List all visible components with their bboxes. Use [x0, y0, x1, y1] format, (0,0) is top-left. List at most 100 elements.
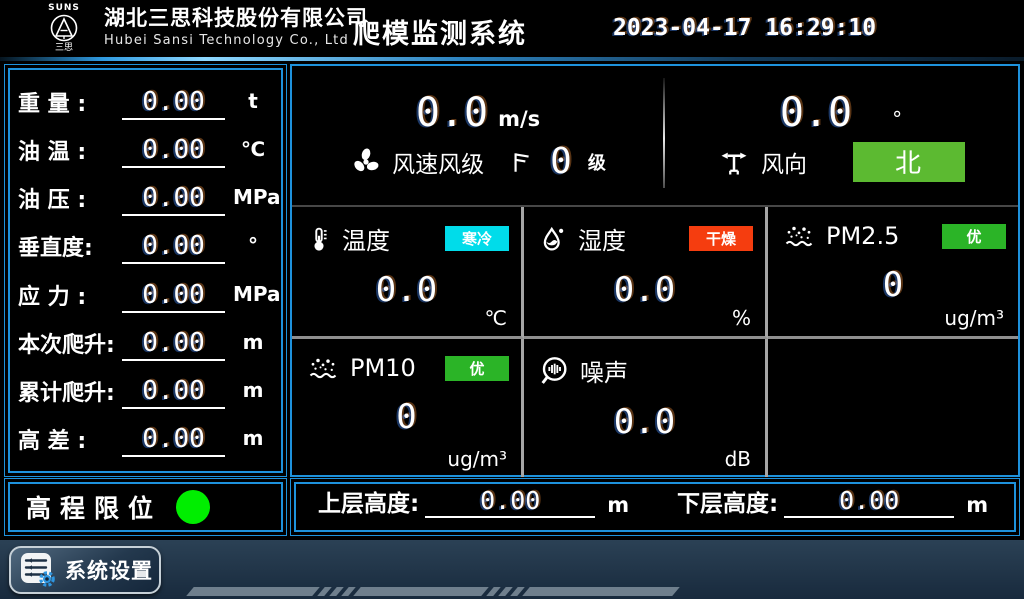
sensor-card-noise: 噪声 0.0 dB — [524, 339, 768, 477]
lower-height-value: 0.00 — [784, 486, 954, 518]
sensor-status-badge: 寒冷 — [445, 226, 509, 251]
wind-section: 0.0 m/s 风速风级 — [292, 66, 1018, 205]
measurement-row-weight: 重 量 : 0.00 t — [18, 78, 273, 122]
logo-top-text: SUNS — [48, 4, 80, 13]
sensor-grid: 温度 寒冷 0.0 ℃ 湿度 干燥 0.0 % — [292, 205, 1018, 477]
measurement-row-oil-temp: 油 温 : 0.00 ℃ — [18, 126, 273, 170]
wind-section-divider — [663, 78, 665, 188]
company-name-en: Hubei Sansi Technology Co., Ltd — [104, 31, 368, 51]
noise-icon — [538, 355, 570, 387]
particles-icon — [782, 221, 816, 251]
particles-icon — [306, 353, 340, 383]
fan-icon — [350, 146, 382, 178]
sensor-unit: % — [732, 306, 751, 330]
company-logo: SUNS 三思 — [28, 1, 100, 56]
elevation-limit-box: 高程限位 — [4, 478, 287, 536]
measurement-label: 重 量 : — [18, 88, 122, 122]
sensor-unit: ug/m³ — [447, 447, 507, 471]
upper-height-unit: m — [607, 490, 629, 520]
measurement-row-verticality: 垂直度: 0.00 ° — [18, 222, 273, 266]
measurement-unit: t — [233, 84, 273, 118]
measurement-unit: ℃ — [233, 132, 273, 166]
measurement-row-total-climb: 累计爬升: 0.00 m — [18, 367, 273, 411]
measurement-label: 本次爬升: — [18, 329, 122, 363]
sensor-unit: dB — [725, 447, 751, 471]
sensor-name: 湿度 — [578, 221, 626, 256]
degree-symbol: ° — [892, 107, 902, 131]
upper-height-label: 上层高度: — [318, 488, 419, 520]
sensor-card-temperature: 温度 寒冷 0.0 ℃ — [292, 207, 524, 339]
page-title: 爬模监测系统 — [353, 12, 527, 51]
measurement-unit: m — [233, 373, 273, 407]
measurement-row-height-diff: 高 差 : 0.00 m — [18, 415, 273, 459]
sensor-name: PM10 — [350, 354, 416, 382]
wind-speed-value: 0.0 — [416, 90, 488, 136]
sensor-name: PM2.5 — [826, 222, 899, 250]
wind-speed-label: 风速风级 — [392, 145, 484, 179]
sensor-value: 0.0 — [524, 402, 765, 442]
measurement-label: 应 力 : — [18, 281, 122, 315]
settings-icon — [19, 551, 57, 589]
settings-button-label: 系统设置 — [65, 555, 153, 585]
measurement-value: 0.00 — [122, 230, 225, 264]
thermometer-icon — [306, 222, 332, 256]
measurement-value: 0.00 — [122, 327, 225, 361]
upper-height-value: 0.00 — [425, 486, 595, 518]
sensor-status-badge: 干燥 — [689, 226, 753, 251]
wind-direction-label: 风向 — [761, 145, 807, 179]
lower-height-group: 下层高度: 0.00 m — [655, 486, 1014, 528]
sensor-name: 噪声 — [580, 353, 628, 388]
environment-panel: 0.0 m/s 风速风级 — [290, 64, 1020, 477]
measurement-value: 0.00 — [122, 375, 225, 409]
wind-speed-block: 0.0 m/s 风速风级 — [292, 66, 664, 205]
settings-button[interactable]: 系统设置 — [9, 546, 161, 594]
sensor-card-empty — [768, 339, 1018, 477]
sansi-logo-icon — [48, 13, 80, 43]
measurement-value: 0.00 — [122, 423, 225, 457]
sensor-status-badge: 优 — [942, 224, 1006, 249]
lower-height-label: 下层高度: — [677, 488, 778, 520]
measurement-label: 高 差 : — [18, 425, 122, 459]
wind-level-unit: 级 — [588, 149, 606, 175]
measurement-label: 累计爬升: — [18, 377, 122, 411]
measurement-value: 0.00 — [122, 86, 225, 120]
wind-level-icon — [508, 149, 534, 175]
footer-stripe-decoration — [190, 587, 681, 596]
measurement-label: 油 温 : — [18, 136, 122, 170]
climbing-formwork-monitor-screen: SUNS 三思 湖北三思科技股份有限公司 Hubei Sansi Technol… — [0, 0, 1024, 599]
measurement-label: 油 压 : — [18, 184, 122, 218]
sensor-unit: ℃ — [485, 306, 507, 330]
lower-height-unit: m — [966, 490, 988, 520]
sensor-card-pm10: PM10 优 0 ug/m³ — [292, 339, 524, 477]
measurement-unit: ° — [233, 228, 273, 262]
elevation-limit-label: 高程限位 — [26, 489, 162, 525]
sensor-value: 0 — [292, 397, 521, 437]
sensor-card-humidity: 湿度 干燥 0.0 % — [524, 207, 768, 339]
wind-direction-value: 0.0 — [780, 90, 852, 136]
measurement-unit: MPa — [233, 180, 273, 214]
measurement-value: 0.00 — [122, 279, 225, 313]
sensor-value: 0 — [768, 265, 1018, 305]
upper-height-group: 上层高度: 0.00 m — [296, 486, 655, 528]
sensor-value: 0.0 — [524, 270, 765, 310]
measurement-row-current-climb: 本次爬升: 0.00 m — [18, 319, 273, 363]
company-name: 湖北三思科技股份有限公司 Hubei Sansi Technology Co.,… — [104, 5, 368, 51]
wind-level-value: 0 — [550, 142, 572, 182]
logo-bottom-text: 三思 — [55, 43, 73, 53]
measurement-label: 垂直度: — [18, 232, 122, 266]
sensor-card-pm25: PM2.5 优 0 ug/m³ — [768, 207, 1018, 339]
measurement-panel: 重 量 : 0.00 t 油 温 : 0.00 ℃ 油 压 : 0.00 MPa… — [4, 64, 287, 477]
datetime-display: 2023-04-17 16:29:10 — [613, 15, 876, 41]
measurement-row-stress: 应 力 : 0.00 MPa — [18, 271, 273, 315]
sensor-unit: ug/m³ — [944, 306, 1004, 330]
droplet-icon — [538, 223, 568, 255]
wind-direction-block: 0.0 ° 风向 北 — [664, 66, 1018, 205]
measurement-value: 0.00 — [122, 134, 225, 168]
wind-vane-icon — [717, 147, 751, 177]
measurement-row-oil-pressure: 油 压 : 0.00 MPa — [18, 174, 273, 218]
wind-direction-badge: 北 — [853, 142, 965, 182]
elevation-limit-indicator — [176, 490, 210, 524]
measurement-unit: m — [233, 421, 273, 455]
sensor-value: 0.0 — [292, 270, 521, 310]
layer-height-box: 上层高度: 0.00 m 下层高度: 0.00 m — [290, 478, 1020, 536]
